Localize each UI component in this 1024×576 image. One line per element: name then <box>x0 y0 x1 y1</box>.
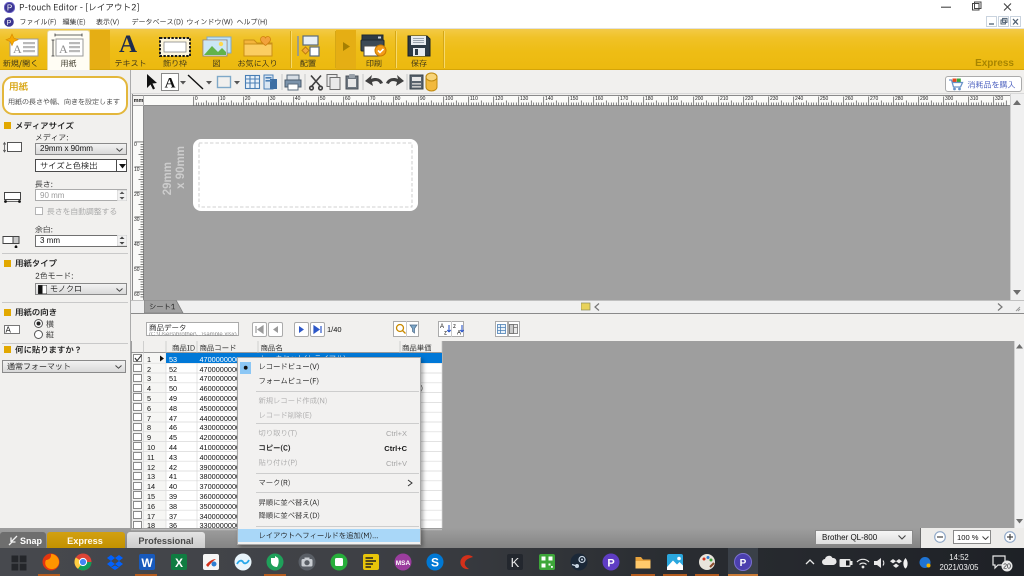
svg-text:A: A <box>457 331 461 337</box>
svg-text:P: P <box>740 558 747 569</box>
svg-text:P: P <box>7 20 12 27</box>
svg-text:A: A <box>165 76 176 92</box>
svg-text:A: A <box>13 42 22 56</box>
svg-text:K: K <box>511 555 520 570</box>
svg-text:S: S <box>431 556 439 570</box>
svg-text:A: A <box>440 324 444 330</box>
svg-text:A: A <box>59 42 68 56</box>
svg-text:P: P <box>607 558 614 570</box>
svg-text:MSA: MSA <box>396 560 411 567</box>
svg-text:A: A <box>6 326 12 335</box>
svg-text:W: W <box>141 556 153 570</box>
svg-text:X: X <box>175 556 183 570</box>
svg-text:z: z <box>444 331 447 337</box>
svg-text:20: 20 <box>1003 564 1011 571</box>
svg-text:z: z <box>453 324 456 330</box>
svg-text:P: P <box>7 3 12 12</box>
